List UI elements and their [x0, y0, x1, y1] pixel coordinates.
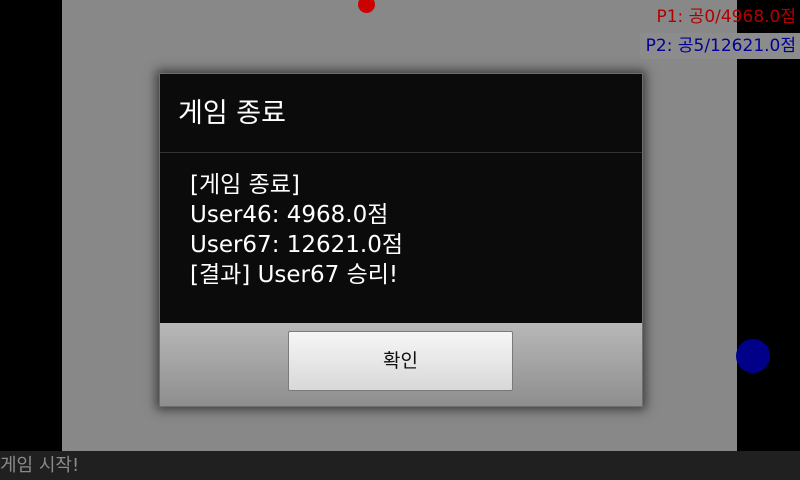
message-line: [게임 종료]	[190, 172, 300, 198]
message-line: [결과] User67 승리!	[190, 262, 399, 288]
dialog-divider	[160, 152, 642, 153]
confirm-button[interactable]: 확인	[288, 331, 513, 391]
message-line: User67: 12621.0점	[190, 232, 404, 258]
dialog-button-bar: 확인	[160, 323, 642, 406]
modal-overlay: 게임 종료 [게임 종료] User46: 4968.0점 User67: 12…	[0, 0, 800, 480]
game-screen: P1: 공0/4968.0점 P2: 공5/12621.0점 게임 시작! 게임…	[0, 0, 800, 480]
message-line: User46: 4968.0점	[190, 202, 389, 228]
dialog-title: 게임 종료	[178, 98, 286, 129]
game-over-dialog: 게임 종료 [게임 종료] User46: 4968.0점 User67: 12…	[159, 73, 643, 407]
dialog-message: [게임 종료] User46: 4968.0점 User67: 12621.0점…	[190, 170, 403, 290]
